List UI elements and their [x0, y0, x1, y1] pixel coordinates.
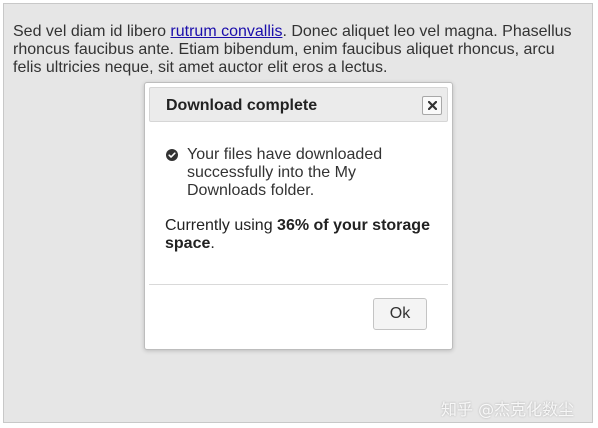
storage-prefix: Currently using — [165, 217, 278, 234]
background-paragraph: Sed vel diam id libero rutrum convallis.… — [13, 23, 585, 77]
download-message: Your files have downloaded successfully … — [165, 146, 435, 200]
check-circle-icon — [166, 149, 178, 161]
storage-suffix: . — [210, 235, 215, 252]
page-background: Sed vel diam id libero rutrum convallis.… — [3, 3, 593, 423]
storage-usage: Currently using 36% of your storage spac… — [165, 217, 435, 253]
footer-divider — [149, 284, 448, 285]
download-message-text: Your files have downloaded successfully … — [187, 146, 383, 199]
rutrum-convallis-link[interactable]: rutrum convallis — [170, 23, 282, 40]
close-button[interactable] — [422, 96, 442, 115]
download-complete-dialog: Download complete Your files have downlo… — [144, 82, 453, 350]
dialog-header: Download complete — [149, 87, 448, 122]
dialog-body: Your files have downloaded successfully … — [165, 146, 435, 253]
close-icon — [428, 101, 437, 110]
dialog-title: Download complete — [166, 97, 318, 114]
background-text-start: Sed vel diam id libero — [13, 23, 171, 40]
watermark-text: 知乎 @杰克化数尘 — [441, 400, 575, 419]
ok-button[interactable]: Ok — [373, 298, 427, 330]
